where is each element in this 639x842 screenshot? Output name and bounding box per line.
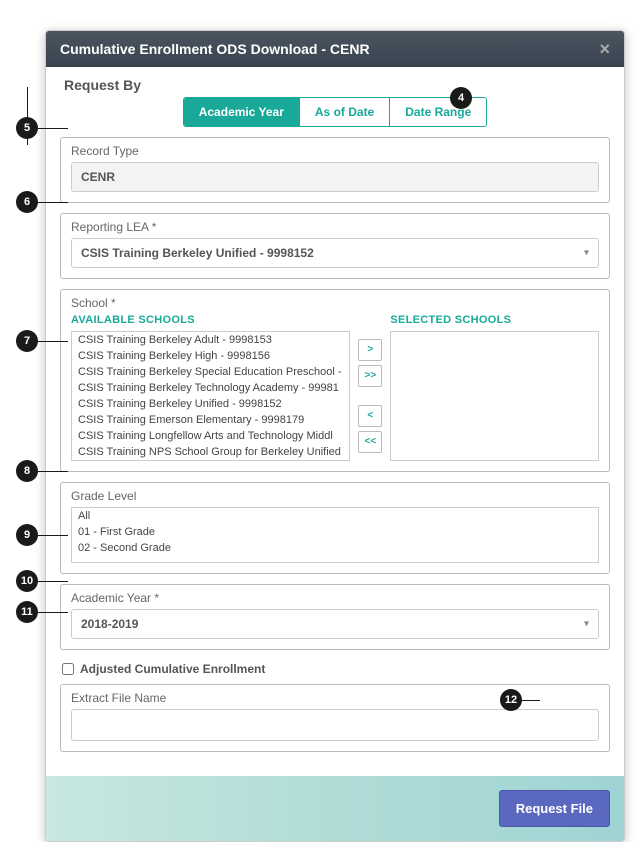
list-item[interactable]: All [72,508,598,524]
selected-schools-list[interactable] [390,331,599,461]
list-item[interactable]: CSIS Training Longfellow Arts and Techno… [72,428,349,444]
list-item[interactable]: CSIS Training Rosa Parks Environmental S… [72,460,349,461]
selected-schools-heading: SELECTED SCHOOLS [390,314,599,326]
grade-level-list[interactable]: All01 - First Grade02 - Second Grade [71,507,599,563]
move-all-right-button[interactable]: >> [358,365,382,387]
list-item[interactable]: CSIS Training NPS School Group for Berke… [72,444,349,460]
grade-level-panel: Grade Level All01 - First Grade02 - Seco… [60,482,610,574]
extract-file-panel: Extract File Name [60,684,610,752]
adjusted-enrollment-row: Adjusted Cumulative Enrollment [60,660,610,684]
close-icon[interactable]: × [599,40,610,58]
move-all-left-button[interactable]: << [358,431,382,453]
toggle-as-of-date[interactable]: As of Date [300,98,390,126]
toggle-row: Academic Year As of Date Date Range [60,97,610,127]
reporting-lea-select[interactable]: CSIS Training Berkeley Unified - 9998152 [71,238,599,268]
list-item[interactable]: CSIS Training Berkeley Unified - 9998152 [72,396,349,412]
content-area: Request By Academic Year As of Date Date… [46,67,624,776]
move-right-button[interactable]: > [358,339,382,361]
available-schools-heading: AVAILABLE SCHOOLS [71,314,350,326]
academic-year-panel: Academic Year * 2018-2019 [60,584,610,650]
list-item[interactable]: CSIS Training Berkeley High - 9998156 [72,348,349,364]
academic-year-select[interactable]: 2018-2019 [71,609,599,639]
list-item[interactable]: 01 - First Grade [72,524,598,540]
record-type-value: CENR [71,162,599,192]
reporting-lea-label: Reporting LEA * [71,220,599,234]
adjusted-enrollment-label: Adjusted Cumulative Enrollment [80,662,265,676]
grade-level-label: Grade Level [71,489,599,503]
adjusted-enrollment-checkbox[interactable] [62,663,74,675]
toggle-academic-year[interactable]: Academic Year [184,98,300,126]
reporting-lea-panel: Reporting LEA * CSIS Training Berkeley U… [60,213,610,279]
toggle-date-range[interactable]: Date Range [390,98,486,126]
academic-year-label: Academic Year * [71,591,599,605]
school-panel: School * AVAILABLE SCHOOLS CSIS Training… [60,289,610,472]
request-by-toggle: Academic Year As of Date Date Range [183,97,488,127]
move-left-button[interactable]: < [358,405,382,427]
available-schools-list[interactable]: CSIS Training Berkeley Adult - 9998153CS… [71,331,350,461]
extract-file-label: Extract File Name [71,691,599,705]
list-item[interactable]: CSIS Training Berkeley Special Education… [72,364,349,380]
list-item[interactable]: CSIS Training Emerson Elementary - 99981… [72,412,349,428]
list-item[interactable]: CSIS Training Berkeley Adult - 9998153 [72,332,349,348]
titlebar: Cumulative Enrollment ODS Download - CEN… [46,31,624,67]
list-item[interactable]: 02 - Second Grade [72,540,598,556]
window-title: Cumulative Enrollment ODS Download - CEN… [60,41,370,57]
modal-window: Cumulative Enrollment ODS Download - CEN… [45,30,625,842]
extract-file-input[interactable] [71,709,599,741]
record-type-panel: Record Type CENR [60,137,610,203]
footer-bar: Request File [46,776,624,841]
request-by-heading: Request By [64,77,610,93]
list-item[interactable]: CSIS Training Berkeley Technology Academ… [72,380,349,396]
record-type-label: Record Type [71,144,599,158]
school-label: School * [71,296,599,310]
request-file-button[interactable]: Request File [499,790,610,827]
